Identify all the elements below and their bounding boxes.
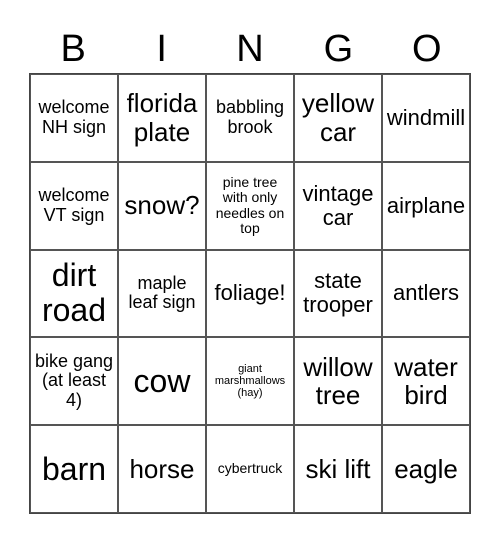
bingo-cell[interactable]: windmill xyxy=(382,74,470,162)
bingo-cell[interactable]: foliage! xyxy=(206,249,294,338)
bingo-cell[interactable]: cow xyxy=(118,337,206,426)
bingo-cell[interactable]: pine tree with only needles on top xyxy=(206,161,294,250)
bingo-cell[interactable]: water bird xyxy=(382,337,470,426)
bingo-cell[interactable]: dirt road xyxy=(30,249,118,338)
bingo-cell[interactable]: cybertruck xyxy=(206,425,294,513)
bingo-cell[interactable]: willow tree xyxy=(294,337,382,426)
header-letter-b: B xyxy=(60,28,86,70)
header-letter-n: N xyxy=(236,28,264,70)
bingo-cell[interactable]: state trooper xyxy=(294,249,382,338)
header-letter-i: I xyxy=(156,28,167,70)
bingo-cell[interactable]: ski lift xyxy=(294,425,382,513)
bingo-cell[interactable]: antlers xyxy=(382,249,470,338)
bingo-cell[interactable]: bike gang (at least 4) xyxy=(30,337,118,426)
bingo-cell[interactable]: eagle xyxy=(382,425,470,513)
bingo-cell[interactable]: yellow car xyxy=(294,74,382,162)
bingo-cell[interactable]: welcome NH sign xyxy=(30,74,118,162)
bingo-cell[interactable]: florida plate xyxy=(118,74,206,162)
bingo-cell[interactable]: maple leaf sign xyxy=(118,249,206,338)
header-letter-o: O xyxy=(412,28,442,70)
bingo-cell[interactable]: vintage car xyxy=(294,161,382,250)
bingo-header: B I N G O xyxy=(29,26,471,72)
bingo-cell[interactable]: giant marshmallows (hay) xyxy=(206,337,294,426)
header-letter-g: G xyxy=(323,28,354,70)
bingo-cell[interactable]: welcome VT sign xyxy=(30,161,118,250)
bingo-cell[interactable]: horse xyxy=(118,425,206,513)
bingo-cell[interactable]: barn xyxy=(30,425,118,513)
bingo-grid: welcome NH sign florida plate babbling bro… xyxy=(29,73,471,514)
bingo-cell[interactable]: babbling brook xyxy=(206,74,294,162)
bingo-cell[interactable]: airplane xyxy=(382,161,470,250)
bingo-cell[interactable]: snow? xyxy=(118,161,206,250)
